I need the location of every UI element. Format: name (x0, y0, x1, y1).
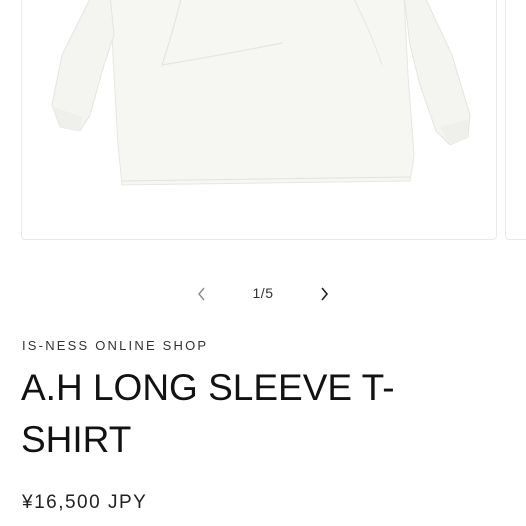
product-price: ¥16,500 JPY (22, 492, 148, 513)
image-pager: 1/5 (0, 280, 526, 308)
next-image-card-edge[interactable] (505, 0, 526, 240)
product-vendor: IS-NESS ONLINE SHOP (22, 338, 209, 353)
previous-image-button[interactable] (188, 280, 216, 308)
chevron-right-icon (321, 287, 329, 301)
product-title: A.H LONG SLEEVE T-SHIRT (21, 367, 395, 460)
next-image-button[interactable] (310, 280, 338, 308)
chevron-left-icon (198, 287, 205, 301)
image-counter: 1/5 (252, 285, 274, 301)
product-image (51, 0, 471, 186)
product-image-card[interactable] (21, 0, 497, 240)
